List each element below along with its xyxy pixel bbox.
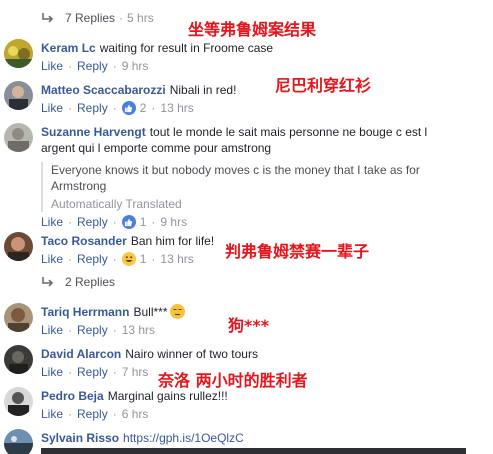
like-button[interactable]: Like bbox=[41, 322, 63, 338]
comment: Matteo Scaccabarozzi Nibali in red! Like ·… bbox=[0, 80, 470, 116]
commenter-name[interactable]: Pedro Beja bbox=[41, 389, 104, 403]
comment-link[interactable]: https://gph.is/1OeQlzC bbox=[123, 431, 244, 445]
avatar-image bbox=[4, 39, 33, 68]
avatar-image bbox=[4, 123, 33, 152]
avatar-image bbox=[4, 232, 33, 261]
comment-time[interactable]: 9 hrs bbox=[122, 58, 149, 74]
comment-text: waiting for result in Froome case bbox=[99, 41, 274, 55]
avatar[interactable] bbox=[4, 232, 33, 261]
reaction-count: 2 bbox=[139, 101, 147, 115]
comment-time[interactable]: 6 hrs bbox=[122, 406, 149, 422]
annotation-1: 坐等弗鲁姆案结果 bbox=[188, 20, 317, 39]
commenter-name[interactable]: Matteo Scaccabarozzi bbox=[41, 83, 166, 97]
gif-preview[interactable] bbox=[41, 448, 466, 454]
replies-count: 7 Replies bbox=[65, 11, 116, 25]
comment-time[interactable]: 13 hrs bbox=[160, 251, 193, 267]
avatar[interactable] bbox=[4, 123, 33, 152]
comment: Suzanne Harvengt tout le monde le sait ma… bbox=[0, 122, 470, 229]
view-replies-link[interactable]: 7 Replies · 5 hrs bbox=[41, 11, 154, 25]
like-button[interactable]: Like bbox=[41, 364, 63, 380]
reaction-count: 1 bbox=[139, 252, 147, 266]
like-button[interactable]: Like bbox=[41, 406, 63, 422]
unamused-face-icon bbox=[169, 304, 185, 319]
comment: Pedro Beja Marginal gains rullez!!! Like ·… bbox=[0, 386, 470, 422]
commenter-name[interactable]: David Alarcon bbox=[41, 347, 121, 361]
reply-arrow-icon bbox=[42, 277, 54, 287]
reply-button[interactable]: Reply bbox=[77, 100, 108, 116]
reply-button[interactable]: Reply bbox=[77, 364, 108, 380]
comment-text: Bull*** bbox=[133, 305, 168, 319]
reactions[interactable]: 1 bbox=[121, 214, 147, 230]
avatar[interactable] bbox=[4, 345, 33, 374]
comment-time[interactable]: 13 hrs bbox=[160, 100, 193, 116]
reply-button[interactable]: Reply bbox=[77, 406, 108, 422]
comment-thread: 7 Replies · 5 hrs 坐等弗鲁姆案结果 Keram Lc waiti… bbox=[0, 0, 493, 454]
like-button[interactable]: Like bbox=[41, 214, 63, 230]
comment-text: Nairo winner of two tours bbox=[125, 347, 258, 361]
commenter-name[interactable]: Suzanne Harvengt bbox=[41, 125, 146, 139]
annotation-3: 判弗鲁姆禁赛一辈子 bbox=[225, 242, 370, 261]
commenter-name[interactable]: Keram Lc bbox=[41, 41, 96, 55]
comment-text: Nibali in red! bbox=[169, 83, 237, 97]
like-button[interactable]: Like bbox=[41, 58, 63, 74]
comment-time[interactable]: 7 hrs bbox=[122, 364, 149, 380]
translated-tag: Automatically Translated bbox=[51, 197, 182, 211]
reply-button[interactable]: Reply bbox=[77, 251, 108, 267]
like-button[interactable]: Like bbox=[41, 251, 63, 267]
avatar[interactable] bbox=[4, 387, 33, 416]
comment-time[interactable]: 9 hrs bbox=[160, 214, 187, 230]
avatar[interactable] bbox=[4, 303, 33, 332]
annotation-2: 尼巴利穿红衫 bbox=[275, 76, 372, 95]
commenter-name[interactable]: Taco Rosander bbox=[41, 234, 127, 248]
avatar-image bbox=[4, 345, 33, 374]
reply-button[interactable]: Reply bbox=[77, 214, 108, 230]
like-button[interactable]: Like bbox=[41, 100, 63, 116]
like-reaction-icon bbox=[121, 101, 136, 115]
comment-text: Ban him for life! bbox=[130, 234, 215, 248]
reply-button[interactable]: Reply bbox=[77, 58, 108, 74]
comment-time[interactable]: 13 hrs bbox=[122, 322, 155, 338]
replies-time: 5 hrs bbox=[127, 11, 154, 25]
comment: Keram Lc waiting for result in Froome cas… bbox=[0, 38, 470, 74]
translation-text: Everyone knows it but nobody moves c is … bbox=[51, 163, 420, 193]
avatar[interactable] bbox=[4, 39, 33, 68]
avatar[interactable] bbox=[4, 429, 33, 454]
like-reaction-icon bbox=[121, 215, 136, 229]
view-replies-link[interactable]: 2 Replies bbox=[41, 275, 115, 289]
replies-count: 2 Replies bbox=[65, 275, 116, 289]
commenter-name[interactable]: Sylvain Risso bbox=[41, 431, 119, 445]
translation-block: Everyone knows it but nobody moves c is … bbox=[41, 162, 451, 212]
comment-text: Marginal gains rullez!!! bbox=[107, 389, 228, 403]
reaction-count: 1 bbox=[139, 215, 147, 229]
avatar-image bbox=[4, 387, 33, 416]
reactions[interactable]: 2 bbox=[121, 100, 147, 116]
haha-reaction-icon bbox=[121, 252, 136, 266]
annotation-4: 狗*** bbox=[228, 316, 270, 335]
avatar-image bbox=[4, 303, 33, 332]
avatar[interactable] bbox=[4, 81, 33, 110]
reactions[interactable]: 1 bbox=[121, 251, 147, 267]
commenter-name[interactable]: Tariq Herrmann bbox=[41, 305, 129, 319]
reply-button[interactable]: Reply bbox=[77, 322, 108, 338]
reply-arrow-icon bbox=[42, 13, 54, 23]
avatar-image bbox=[4, 81, 33, 110]
avatar-image bbox=[4, 429, 33, 454]
